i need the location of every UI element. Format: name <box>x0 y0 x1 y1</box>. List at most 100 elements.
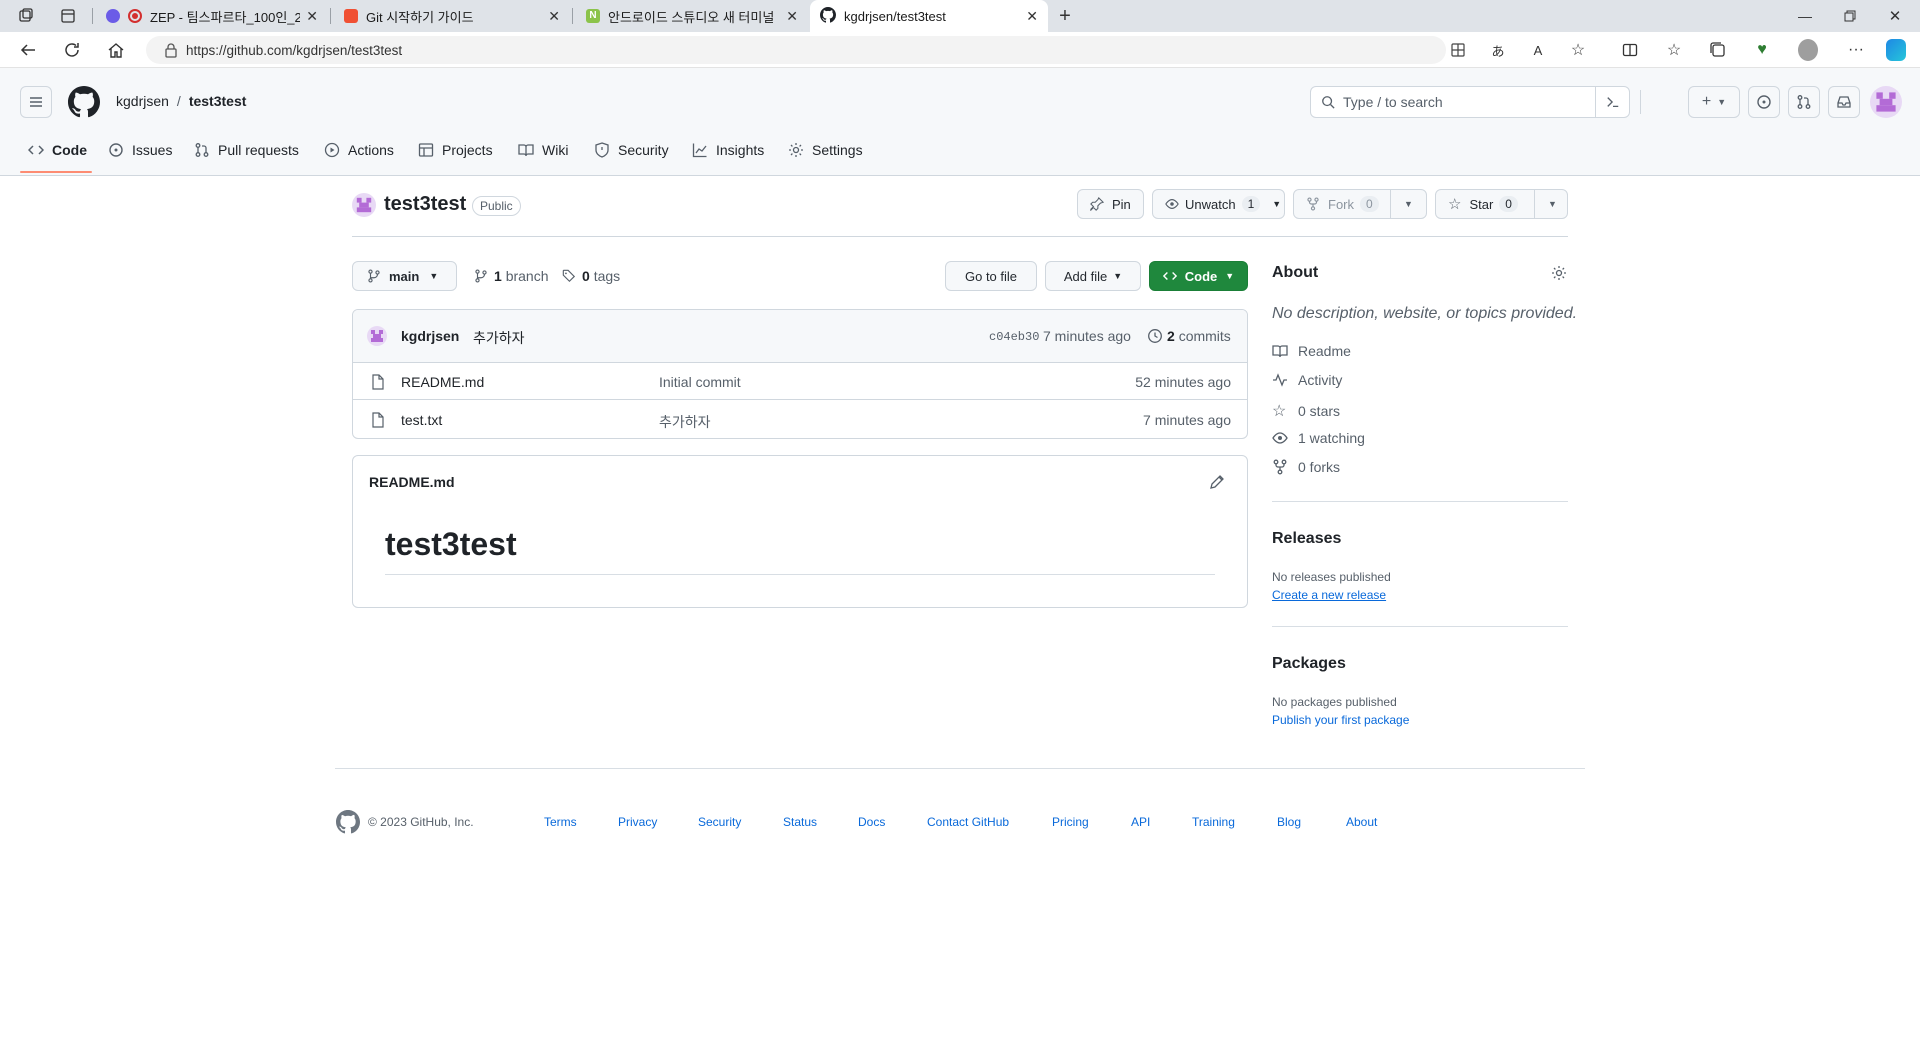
create-new-button[interactable]: + ▼ <box>1688 86 1740 118</box>
activity-link[interactable]: Activity <box>1272 372 1342 388</box>
chevron-down-icon: ▼ <box>1225 271 1235 281</box>
tab-wiki[interactable]: Wiki <box>518 138 568 162</box>
footer-link-about[interactable]: About <box>1346 815 1377 829</box>
forks-link[interactable]: 0 forks <box>1272 459 1340 475</box>
watching-link[interactable]: 1 watching <box>1272 430 1365 446</box>
code-button[interactable]: Code ▼ <box>1149 261 1248 291</box>
profile-icon[interactable] <box>1798 39 1818 61</box>
browser-tab[interactable]: N 안드로이드 스튜디오 새 터미널 열기 ✕ <box>576 0 808 32</box>
tab-code[interactable]: Code <box>28 138 87 162</box>
close-window-icon[interactable]: ✕ <box>1885 6 1905 26</box>
commit-author[interactable]: kgdrjsen <box>401 328 459 344</box>
readme-link[interactable]: Readme <box>1272 343 1351 359</box>
tab-pull-requests[interactable]: Pull requests <box>194 138 299 162</box>
commits-link[interactable]: 2 commits <box>1147 328 1231 344</box>
history-icon <box>1148 329 1162 343</box>
tab-security[interactable]: Security <box>594 138 669 162</box>
file-commit-message[interactable]: 추가하자 <box>659 412 711 432</box>
add-file-button[interactable]: Add file ▼ <box>1045 261 1141 291</box>
tab-settings[interactable]: Settings <box>788 138 863 162</box>
translate-icon[interactable]: あ <box>1488 40 1508 60</box>
readme-filename[interactable]: README.md <box>369 474 455 490</box>
copilot-icon[interactable] <box>1886 39 1906 61</box>
pin-button[interactable]: Pin <box>1077 189 1144 219</box>
repo-link[interactable]: test3test <box>189 93 247 109</box>
tab-issues[interactable]: Issues <box>108 138 172 162</box>
packages-title[interactable]: Packages <box>1272 655 1346 673</box>
pin-icon <box>1090 197 1104 211</box>
file-commit-message[interactable]: Initial commit <box>659 374 741 390</box>
workspaces-icon[interactable] <box>16 6 36 26</box>
close-tab-icon[interactable]: ✕ <box>1026 8 1038 25</box>
star-button[interactable]: ☆ Star 0 ▼ <box>1435 189 1568 219</box>
fork-button[interactable]: Fork 0 ▼ <box>1293 189 1427 219</box>
refresh-icon[interactable] <box>62 40 82 60</box>
commit-hash[interactable]: c04eb30 <box>989 330 1039 344</box>
browser-tab[interactable]: ZEP - 팀스파르타_100인_2 ✕ <box>96 0 328 32</box>
branches-link[interactable]: 1 branch <box>474 268 549 284</box>
read-aloud-icon[interactable]: A <box>1528 40 1548 60</box>
pull-requests-icon[interactable] <box>1788 86 1820 118</box>
table-row[interactable]: README.md Initial commit 52 minutes ago <box>353 363 1247 400</box>
github-mark-icon[interactable] <box>336 810 360 837</box>
issues-icon[interactable] <box>1748 86 1780 118</box>
issues-icon <box>109 143 123 157</box>
address-bar[interactable]: https://github.com/kgdrjsen/test3test <box>146 36 1446 64</box>
file-name[interactable]: README.md <box>401 374 484 390</box>
footer-link-security[interactable]: Security <box>698 815 741 829</box>
footer-link-api[interactable]: API <box>1131 815 1150 829</box>
repo-title[interactable]: test3test <box>384 193 466 216</box>
close-tab-icon[interactable]: ✕ <box>786 8 798 25</box>
divider <box>352 236 1568 237</box>
settings-more-icon[interactable]: ··· <box>1846 40 1866 60</box>
releases-title[interactable]: Releases <box>1272 530 1341 548</box>
publish-package-link[interactable]: Publish your first package <box>1272 713 1409 727</box>
pencil-icon[interactable] <box>1209 474 1225 493</box>
close-tab-icon[interactable]: ✕ <box>548 8 560 25</box>
browser-essentials-icon[interactable]: ♥ <box>1752 40 1772 60</box>
split-screen-icon[interactable] <box>1620 40 1640 60</box>
owner-link[interactable]: kgdrjsen <box>116 93 169 109</box>
tab-insights[interactable]: Insights <box>692 138 764 162</box>
app-available-icon[interactable] <box>1448 40 1468 60</box>
footer-link-privacy[interactable]: Privacy <box>618 815 657 829</box>
restore-icon[interactable] <box>1840 6 1860 26</box>
tags-link[interactable]: 0 tags <box>562 268 620 284</box>
tab-actions-icon[interactable] <box>58 6 78 26</box>
footer-link-terms[interactable]: Terms <box>544 815 577 829</box>
footer-link-status[interactable]: Status <box>783 815 817 829</box>
favorites-icon[interactable]: ☆ <box>1664 40 1684 60</box>
tab-projects[interactable]: Projects <box>418 138 493 162</box>
graph-icon <box>692 143 707 158</box>
table-row[interactable]: test.txt 추가하자 7 minutes ago <box>353 400 1247 438</box>
footer-link-contact[interactable]: Contact GitHub <box>927 815 1009 829</box>
new-tab-icon[interactable]: + <box>1055 5 1075 27</box>
tab-actions[interactable]: Actions <box>324 138 394 162</box>
file-name[interactable]: test.txt <box>401 412 442 428</box>
search-input[interactable]: Type / to search <box>1310 86 1630 118</box>
avatar[interactable] <box>1870 86 1902 118</box>
footer-link-blog[interactable]: Blog <box>1277 815 1301 829</box>
favorite-star-icon[interactable]: ☆ <box>1568 40 1588 60</box>
footer-link-docs[interactable]: Docs <box>858 815 885 829</box>
gear-icon[interactable] <box>1551 265 1567 284</box>
minimize-icon[interactable]: — <box>1795 6 1815 26</box>
go-to-file-button[interactable]: Go to file <box>945 261 1037 291</box>
inbox-icon[interactable] <box>1828 86 1860 118</box>
browser-tab-active[interactable]: kgdrjsen/test3test ✕ <box>810 0 1048 32</box>
collections-icon[interactable] <box>1708 40 1728 60</box>
back-icon[interactable] <box>18 40 38 60</box>
home-icon[interactable] <box>106 40 126 60</box>
unwatch-button[interactable]: Unwatch 1 ▼ <box>1152 189 1285 219</box>
command-palette-icon[interactable] <box>1595 87 1629 117</box>
create-release-link[interactable]: Create a new release <box>1272 588 1386 602</box>
branch-select-button[interactable]: main ▼ <box>352 261 457 291</box>
hamburger-menu-button[interactable] <box>20 86 52 118</box>
browser-tab[interactable]: Git 시작하기 가이드 ✕ <box>334 0 570 32</box>
github-logo-icon[interactable] <box>68 86 100 121</box>
footer-link-training[interactable]: Training <box>1192 815 1235 829</box>
close-tab-icon[interactable]: ✕ <box>306 8 318 25</box>
stars-link[interactable]: ☆ 0 stars <box>1272 401 1340 421</box>
footer-link-pricing[interactable]: Pricing <box>1052 815 1089 829</box>
commit-message[interactable]: 추가하자 <box>473 328 525 348</box>
